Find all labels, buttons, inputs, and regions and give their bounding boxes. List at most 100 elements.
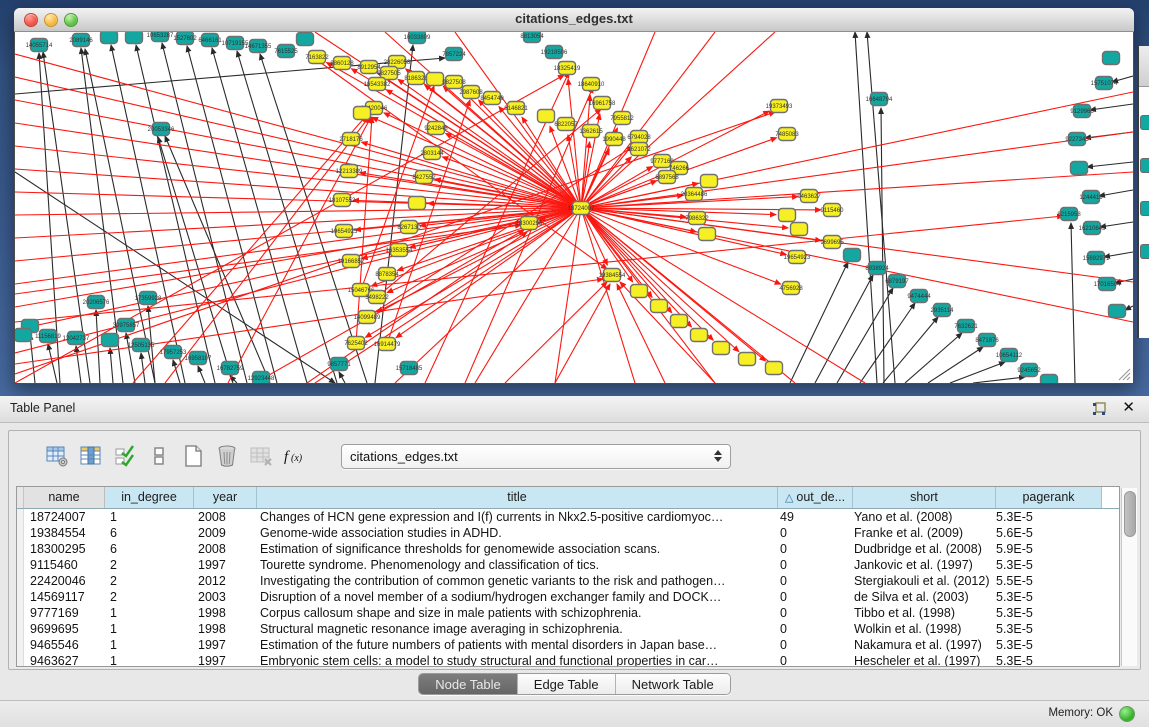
table-cell[interactable]: Tibbo et al. (1998) bbox=[848, 605, 990, 621]
table-cell[interactable]: 6 bbox=[104, 525, 192, 541]
network-node-yellow[interactable] bbox=[766, 362, 783, 375]
table-cell[interactable]: 1997 bbox=[192, 637, 254, 653]
table-row[interactable]: 1938455462009Genome-wide association stu… bbox=[17, 525, 1119, 541]
column-header-title[interactable]: title bbox=[257, 487, 778, 508]
table-cell[interactable]: Stergiakouli et al. (2012) bbox=[848, 573, 990, 589]
table-cell[interactable]: 1998 bbox=[192, 621, 254, 637]
tab-network-table[interactable]: Network Table bbox=[616, 674, 730, 694]
table-cell[interactable]: 19384554 bbox=[24, 525, 104, 541]
network-node-yellow[interactable]: 9699695 bbox=[820, 236, 844, 249]
row-union-icon[interactable] bbox=[145, 442, 173, 470]
network-node-teal[interactable]: 16210643 bbox=[1079, 222, 1106, 235]
network-node-yellow[interactable]: 8878354 bbox=[375, 268, 399, 281]
network-graph[interactable]: 1405571420891461065328715276026466161107… bbox=[15, 32, 1133, 383]
table-scrollbar[interactable] bbox=[1121, 488, 1137, 666]
network-node-yellow[interactable]: 19654923 bbox=[784, 251, 811, 264]
network-node-yellow[interactable]: 1621072 bbox=[627, 143, 651, 156]
network-node-yellow[interactable]: 8267130 bbox=[397, 221, 421, 234]
network-node-teal[interactable]: 20206576 bbox=[83, 296, 110, 309]
network-node-yellow[interactable]: 16961758 bbox=[589, 97, 616, 110]
table-cell[interactable]: 9463627 bbox=[24, 653, 104, 666]
table-cell[interactable]: 0 bbox=[774, 621, 848, 637]
network-node-teal[interactable]: 9227343 bbox=[1065, 133, 1089, 146]
network-node-yellow[interactable]: 1990448 bbox=[602, 133, 626, 146]
network-node-yellow[interactable]: 2718176 bbox=[339, 133, 363, 146]
network-node-yellow[interactable]: 1362615 bbox=[579, 125, 603, 138]
table-cell[interactable]: 2008 bbox=[192, 541, 254, 557]
network-node-yellow[interactable]: 6794028 bbox=[627, 131, 651, 144]
table-cell[interactable]: 6 bbox=[104, 541, 192, 557]
table-cell[interactable]: Structural magnetic resonance image aver… bbox=[254, 621, 774, 637]
table-cell[interactable]: Corpus callosum shape and size in male p… bbox=[254, 605, 774, 621]
table-row[interactable]: 1456911722003Disruption of a novel membe… bbox=[17, 589, 1119, 605]
column-header-in_degree[interactable]: in_degree bbox=[105, 487, 194, 508]
network-node-teal[interactable]: 7632621 bbox=[954, 320, 978, 333]
network-node-yellow[interactable]: 8454749 bbox=[480, 92, 504, 105]
network-node-teal[interactable]: 6466161 bbox=[198, 34, 222, 47]
network-node-yellow[interactable] bbox=[791, 223, 808, 236]
network-node-teal[interactable]: 9857771 bbox=[327, 358, 351, 371]
network-node-yellow[interactable]: 7163822 bbox=[305, 51, 329, 64]
delete-table-icon[interactable] bbox=[247, 442, 275, 470]
table-cell[interactable]: 49 bbox=[774, 509, 848, 525]
network-node-yellow[interactable]: 8860128 bbox=[330, 57, 354, 70]
network-node-yellow[interactable]: 16914479 bbox=[374, 338, 401, 351]
window-titlebar[interactable]: citations_edges.txt bbox=[14, 8, 1134, 32]
network-node-yellow[interactable]: 6822057 bbox=[554, 118, 578, 131]
network-node-teal[interactable] bbox=[126, 32, 143, 44]
table-row[interactable]: 1872400712008Changes of HCN gene express… bbox=[17, 509, 1119, 525]
network-node-yellow[interactable]: 6897568 bbox=[655, 171, 679, 184]
network-node-yellow[interactable]: 8186328 bbox=[404, 72, 428, 85]
network-node-yellow[interactable] bbox=[713, 342, 730, 355]
network-node-teal[interactable] bbox=[1041, 375, 1058, 384]
network-node-teal[interactable]: 9474444 bbox=[907, 290, 931, 303]
table-cell[interactable]: Changes of HCN gene expression and I(f) … bbox=[254, 509, 774, 525]
table-cell[interactable]: Estimation of the future numbers of pati… bbox=[254, 637, 774, 653]
table-cell[interactable]: 18300295 bbox=[24, 541, 104, 557]
network-node-teal[interactable]: 6879197 bbox=[885, 275, 909, 288]
table-cell[interactable]: 1997 bbox=[192, 557, 254, 573]
function-builder-icon[interactable]: f (x) bbox=[281, 442, 309, 470]
network-node-teal[interactable]: 9245652 bbox=[1017, 364, 1041, 377]
network-node-teal[interactable] bbox=[15, 329, 32, 342]
table-cell[interactable]: 0 bbox=[774, 541, 848, 557]
table-cell[interactable]: 2008 bbox=[192, 509, 254, 525]
network-node-teal[interactable]: 2089146 bbox=[69, 34, 93, 47]
table-cell[interactable]: 1998 bbox=[192, 605, 254, 621]
network-node-yellow[interactable]: 19373493 bbox=[766, 100, 793, 113]
network-node-teal[interactable]: 8215958 bbox=[1057, 208, 1081, 221]
table-cell[interactable]: 22420046 bbox=[24, 573, 104, 589]
table-cell[interactable]: Hescheler et al. (1997) bbox=[848, 653, 990, 666]
network-node-teal[interactable]: 7857224 bbox=[442, 48, 466, 61]
table-row[interactable]: 946362711997Embryonic stem cells: a mode… bbox=[17, 653, 1119, 666]
table-row[interactable]: 2242004622012Investigating the contribut… bbox=[17, 573, 1119, 589]
table-cell[interactable]: 0 bbox=[774, 653, 848, 666]
network-node-yellow[interactable]: 2803144 bbox=[420, 147, 444, 160]
column-header-name[interactable]: name bbox=[24, 487, 105, 508]
network-node-yellow[interactable]: 8427552 bbox=[412, 171, 436, 184]
table-cell[interactable]: 1 bbox=[104, 509, 192, 525]
network-node-yellow[interactable] bbox=[691, 329, 708, 342]
network-node-teal[interactable]: 8938924 bbox=[865, 262, 889, 275]
table-cell[interactable]: 2 bbox=[104, 589, 192, 605]
network-node-yellow[interactable]: 7955812 bbox=[610, 112, 634, 125]
network-canvas[interactable]: 1405571420891461065328715276026466161107… bbox=[14, 32, 1134, 384]
table-cell[interactable]: 0 bbox=[774, 605, 848, 621]
table-row[interactable]: 1830029562008Estimation of significance … bbox=[17, 541, 1119, 557]
new-table-icon[interactable] bbox=[179, 442, 207, 470]
column-header-pagerank[interactable]: pagerank bbox=[996, 487, 1102, 508]
table-cell[interactable]: 2 bbox=[104, 557, 192, 573]
network-node-yellow[interactable]: 7485083 bbox=[775, 128, 799, 141]
column-header-out_de[interactable]: △out_de... bbox=[778, 487, 853, 508]
network-node-teal[interactable]: 15718485 bbox=[396, 362, 423, 375]
network-node-yellow[interactable] bbox=[699, 228, 716, 241]
network-node-yellow[interactable]: 3498222 bbox=[365, 291, 389, 304]
table-cell[interactable]: 5.3E-5 bbox=[990, 589, 1095, 605]
close-panel-icon[interactable]: ✕ bbox=[1122, 399, 1135, 417]
table-cell[interactable]: 5.5E-5 bbox=[990, 573, 1095, 589]
table-row[interactable]: 969969511998Structural magnetic resonanc… bbox=[17, 621, 1119, 637]
network-node-teal[interactable]: 20053346 bbox=[148, 123, 175, 136]
network-node-teal[interactable]: 10654112 bbox=[996, 349, 1023, 362]
network-node-yellow[interactable]: 4756928 bbox=[779, 282, 803, 295]
network-node-teal[interactable]: 14671355 bbox=[245, 40, 272, 53]
